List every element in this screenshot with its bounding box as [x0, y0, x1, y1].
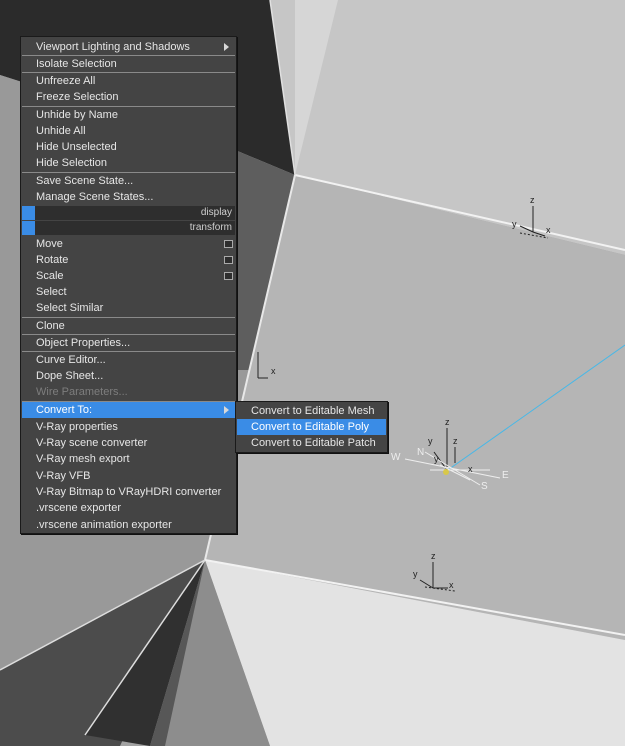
menu-item-vray-bitmap-to-vrayhdri-converter[interactable]: V-Ray Bitmap to VRayHDRI converter [22, 484, 235, 500]
menu-item-select-similar[interactable]: Select Similar [22, 300, 235, 316]
menu-item-select[interactable]: Select [22, 284, 235, 300]
menu-item-label: Rotate [36, 254, 69, 266]
settings-box-icon[interactable] [224, 240, 233, 248]
menu-item-label: Select [36, 286, 67, 298]
axis-label-x: x [546, 225, 551, 235]
menu-item-unhide-all[interactable]: Unhide All [22, 123, 235, 139]
menu-item-label: Dope Sheet... [36, 370, 104, 382]
menu-item-label: V-Ray properties [36, 421, 118, 433]
axis-label-y: y [428, 436, 433, 446]
menu-item-label: Viewport Lighting and Shadows [36, 41, 190, 53]
menu-item-label: Wire Parameters... [36, 386, 128, 398]
menu-item-vrscene-exporter[interactable]: .vrscene exporter [22, 500, 235, 516]
menu-item-unhide-by-name[interactable]: Unhide by Name [22, 107, 235, 123]
quadrant-label: transform [189, 222, 232, 233]
axis-label-y: y [413, 569, 418, 579]
compass-label-w: W [391, 452, 401, 463]
menu-item-clone[interactable]: Clone [22, 318, 235, 334]
menu-item-move[interactable]: Move [22, 236, 235, 252]
menu-item-vray-scene-converter[interactable]: V-Ray scene converter [22, 435, 235, 451]
axis-label-z: z [431, 551, 436, 561]
axis-label-x: x [449, 580, 454, 590]
menu-item-hide-selection[interactable]: Hide Selection [22, 155, 235, 171]
menu-item-label: Unhide All [36, 125, 86, 137]
menu-item-label: Move [36, 238, 63, 250]
menu-item-label: Scale [36, 270, 64, 282]
menu-item-label: Save Scene State... [36, 175, 134, 187]
menu-item-label: Convert To: [36, 404, 93, 416]
quad-menu: Viewport Lighting and Shadows Isolate Se… [20, 36, 237, 534]
menu-item-rotate[interactable]: Rotate [22, 252, 235, 268]
menu-item-manage-scene-states[interactable]: Manage Scene States... [22, 189, 235, 205]
axis-label-z: z [445, 417, 450, 427]
axis-label-z: z [453, 436, 458, 446]
axis-label-y: y [512, 219, 517, 229]
menu-item-label: V-Ray scene converter [36, 437, 148, 449]
submenu-item-convert-to-editable-poly[interactable]: Convert to Editable Poly [237, 419, 386, 435]
axis-label-z: z [530, 195, 535, 205]
menu-item-hide-unselected[interactable]: Hide Unselected [22, 139, 235, 155]
menu-item-label: V-Ray VFB [36, 470, 91, 482]
menu-item-label: Unfreeze All [36, 75, 96, 87]
menu-item-isolate-selection[interactable]: Isolate Selection [22, 56, 235, 72]
quadrant-tab [22, 206, 35, 220]
compass-label-s: S [481, 481, 488, 492]
menu-item-dope-sheet[interactable]: Dope Sheet... [22, 368, 235, 384]
menu-item-freeze-selection[interactable]: Freeze Selection [22, 89, 235, 105]
menu-item-label: Convert to Editable Mesh [251, 405, 375, 417]
quadrant-tab [22, 221, 35, 235]
menu-item-vrscene-animation-exporter[interactable]: .vrscene animation exporter [22, 517, 235, 533]
submenu-arrow-icon [224, 43, 229, 51]
menu-item-label: Clone [36, 320, 65, 332]
menu-item-label: Freeze Selection [36, 91, 119, 103]
menu-item-label: .vrscene animation exporter [36, 519, 172, 531]
menu-item-label: Select Similar [36, 302, 104, 314]
quadrant-label-transform[interactable]: transform [22, 221, 235, 235]
menu-item-vray-properties[interactable]: V-Ray properties [22, 419, 235, 435]
menu-item-label: Convert to Editable Patch [251, 437, 376, 449]
axis-label-x: x [468, 464, 473, 474]
menu-item-save-scene-state[interactable]: Save Scene State... [22, 173, 235, 189]
menu-item-label: Convert to Editable Poly [251, 421, 370, 433]
menu-item-convert-to[interactable]: Convert To: [22, 402, 235, 418]
submenu-arrow-icon [224, 406, 229, 414]
menu-item-wire-parameters: Wire Parameters... [22, 384, 235, 400]
submenu-item-convert-to-editable-patch[interactable]: Convert to Editable Patch [237, 435, 386, 451]
menu-item-label: V-Ray mesh export [36, 453, 130, 465]
axis-label-x: x [271, 366, 276, 376]
compass-label-e: E [502, 470, 509, 481]
axis-label-y: y [434, 454, 439, 464]
menu-item-unfreeze-all[interactable]: Unfreeze All [22, 73, 235, 89]
quadrant-label: display [200, 207, 232, 218]
menu-item-label: V-Ray Bitmap to VRayHDRI converter [36, 486, 222, 498]
menu-item-label: Hide Unselected [36, 141, 117, 153]
quadrant-label-display[interactable]: display [22, 206, 235, 220]
convert-to-submenu: Convert to Editable Mesh Convert to Edit… [235, 401, 388, 453]
menu-item-label: Hide Selection [36, 157, 107, 169]
submenu-item-convert-to-editable-mesh[interactable]: Convert to Editable Mesh [237, 403, 386, 419]
menu-item-label: Object Properties... [36, 337, 131, 349]
menu-item-scale[interactable]: Scale [22, 268, 235, 284]
settings-box-icon[interactable] [224, 272, 233, 280]
compass-label-n: N [417, 447, 424, 458]
menu-item-label: Manage Scene States... [36, 191, 154, 203]
menu-item-object-properties[interactable]: Object Properties... [22, 335, 235, 351]
menu-item-vray-mesh-export[interactable]: V-Ray mesh export [22, 451, 235, 467]
settings-box-icon[interactable] [224, 256, 233, 264]
menu-item-label: Isolate Selection [36, 58, 117, 70]
menu-item-viewport-lighting-and-shadows[interactable]: Viewport Lighting and Shadows [22, 39, 235, 55]
menu-item-vray-vfb[interactable]: V-Ray VFB [22, 468, 235, 484]
menu-item-label: Unhide by Name [36, 109, 118, 121]
menu-item-label: .vrscene exporter [36, 502, 121, 514]
menu-item-curve-editor[interactable]: Curve Editor... [22, 352, 235, 368]
menu-item-label: Curve Editor... [36, 354, 106, 366]
